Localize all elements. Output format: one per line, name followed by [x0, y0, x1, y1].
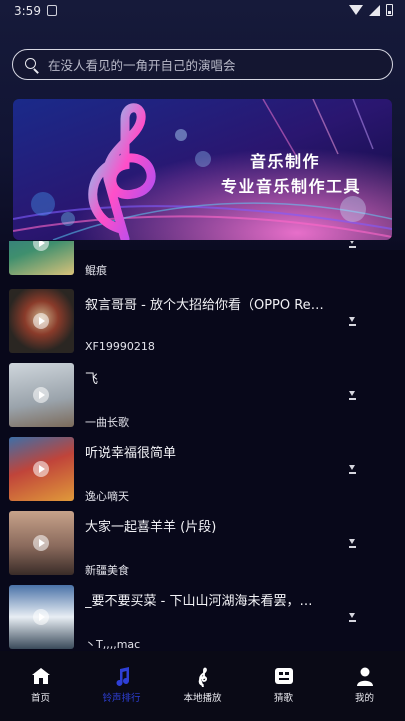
battery-icon — [386, 4, 393, 16]
download-icon[interactable] — [349, 317, 356, 326]
tab-home[interactable]: 首页 — [0, 651, 81, 721]
search-placeholder[interactable]: 在没人看见的一角开自己的演唱会 — [48, 55, 236, 74]
status-indicators — [349, 4, 393, 16]
treble-clef-icon — [198, 667, 207, 687]
play-icon[interactable] — [33, 241, 49, 251]
song-thumbnail — [9, 289, 74, 353]
tab-label: 本地播放 — [183, 693, 222, 704]
tab-label: 首页 — [30, 693, 50, 704]
download-icon[interactable] — [349, 391, 356, 400]
signal-icon — [369, 4, 380, 16]
list-item[interactable]: 飞 一曲长歌 — [0, 363, 405, 429]
download-icon[interactable] — [349, 241, 356, 248]
promo-banner[interactable]: 音乐制作 专业音乐制作工具 — [13, 99, 392, 240]
song-thumbnail — [9, 363, 74, 427]
play-icon[interactable] — [33, 609, 49, 625]
tab-local-play[interactable]: 本地播放 — [162, 651, 243, 721]
banner-art — [13, 99, 392, 240]
download-icon[interactable] — [349, 539, 356, 548]
song-title: 飞 — [85, 372, 99, 387]
song-artist: XF19990218 — [85, 340, 155, 353]
banner-subtitle: 专业音乐制作工具 — [220, 177, 361, 196]
song-thumbnail — [9, 585, 74, 649]
tab-label: 铃声排行 — [102, 693, 141, 704]
search-icon[interactable] — [25, 57, 39, 74]
tab-profile[interactable]: 我的 — [324, 651, 405, 721]
quiz-icon — [274, 668, 293, 684]
notification-icon — [47, 5, 57, 16]
download-icon[interactable] — [349, 465, 356, 474]
tab-guess-song[interactable]: 猜歌 — [243, 651, 324, 721]
song-artist: 一曲长歌 — [85, 416, 129, 429]
song-artist: 新疆美食 — [85, 564, 129, 577]
status-bar: 3:59 — [0, 0, 405, 24]
song-title: 大家一起喜羊羊 (片段) — [85, 520, 217, 535]
profile-icon — [356, 667, 373, 686]
list-item[interactable]: 大家一起喜羊羊 (片段) 新疆美食 — [0, 511, 405, 577]
song-thumbnail — [9, 241, 74, 275]
wifi-icon — [349, 5, 363, 15]
song-thumbnail — [9, 511, 74, 575]
tab-label: 猜歌 — [273, 693, 293, 704]
download-icon[interactable] — [349, 613, 356, 622]
play-icon[interactable] — [33, 387, 49, 403]
home-icon — [31, 668, 50, 684]
music-note-icon — [116, 667, 129, 686]
list-item[interactable]: _要不要买菜 - 下山山河湖海未看罢，儿女... 丶T,,,,mac — [0, 585, 405, 650]
play-icon[interactable] — [33, 535, 49, 551]
song-artist: 鲲痕 — [85, 264, 107, 277]
status-time: 3:59 — [14, 4, 41, 18]
song-title: 听说幸福很简单 — [85, 446, 177, 461]
list-item[interactable]: 听说幸福很简单 逸心嘀天 — [0, 437, 405, 503]
play-icon[interactable] — [33, 461, 49, 477]
song-artist: 逸心嘀天 — [85, 490, 129, 503]
song-list[interactable]: 鲲痕 叙言哥哥 - 放个大招给你看（OPPO Rean ... XF199902… — [0, 241, 405, 650]
list-item[interactable]: 叙言哥哥 - 放个大招给你看（OPPO Rean ... XF19990218 — [0, 289, 405, 353]
bottom-nav: 首页 铃声排行 本地播放 猜歌 我的 — [0, 651, 405, 721]
song-title: _要不要买菜 - 下山山河湖海未看罢，儿女... — [85, 594, 325, 609]
tab-label: 我的 — [354, 693, 374, 704]
banner-title: 音乐制作 — [249, 152, 320, 171]
song-title: 叙言哥哥 - 放个大招给你看（OPPO Rean ... — [85, 298, 325, 313]
list-item[interactable]: 鲲痕 — [0, 241, 405, 277]
search-bar[interactable]: 在没人看见的一角开自己的演唱会 — [12, 49, 393, 80]
play-icon[interactable] — [33, 313, 49, 329]
song-thumbnail — [9, 437, 74, 501]
tab-ringtone-ranking[interactable]: 铃声排行 — [81, 651, 162, 721]
song-artist: 丶T,,,,mac — [85, 638, 141, 650]
